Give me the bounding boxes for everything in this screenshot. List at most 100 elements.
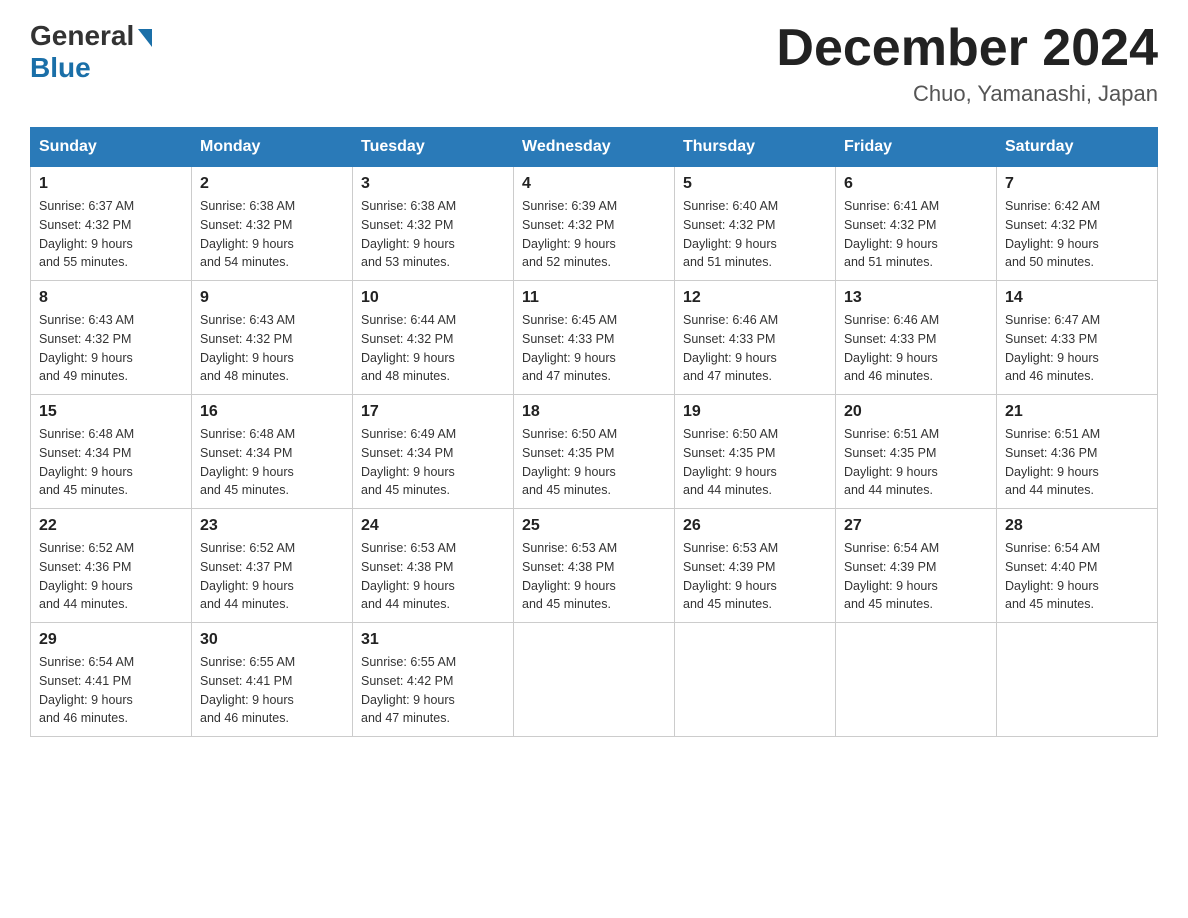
day-info: Sunrise: 6:54 AMSunset: 4:39 PMDaylight:… — [844, 539, 988, 614]
calendar-cell — [836, 623, 997, 737]
day-info: Sunrise: 6:38 AMSunset: 4:32 PMDaylight:… — [361, 197, 505, 272]
calendar-cell — [514, 623, 675, 737]
header-saturday: Saturday — [997, 128, 1158, 167]
day-info: Sunrise: 6:51 AMSunset: 4:35 PMDaylight:… — [844, 425, 988, 500]
day-info: Sunrise: 6:45 AMSunset: 4:33 PMDaylight:… — [522, 311, 666, 386]
calendar-cell: 18Sunrise: 6:50 AMSunset: 4:35 PMDayligh… — [514, 395, 675, 509]
day-number: 8 — [39, 289, 183, 307]
page-header: General Blue December 2024 Chuo, Yamanas… — [30, 20, 1158, 107]
header-tuesday: Tuesday — [353, 128, 514, 167]
day-number: 27 — [844, 517, 988, 535]
day-info: Sunrise: 6:48 AMSunset: 4:34 PMDaylight:… — [39, 425, 183, 500]
day-number: 31 — [361, 631, 505, 649]
day-number: 3 — [361, 175, 505, 193]
calendar-cell: 8 Sunrise: 6:43 AMSunset: 4:32 PMDaylight… — [31, 281, 192, 395]
day-info: Sunrise: 6:46 AMSunset: 4:33 PMDaylight:… — [844, 311, 988, 386]
calendar-header: Sunday Monday Tuesday Wednesday Thursday… — [31, 128, 1158, 167]
calendar-cell: 28 Sunrise: 6:54 AMSunset: 4:40 PMDayligh… — [997, 509, 1158, 623]
day-info: Sunrise: 6:46 AMSunset: 4:33 PMDaylight:… — [683, 311, 827, 386]
calendar-cell: 6 Sunrise: 6:41 AMSunset: 4:32 PMDaylight… — [836, 167, 997, 281]
day-number: 14 — [1005, 289, 1149, 307]
day-number: 28 — [1005, 517, 1149, 535]
calendar-week-row: 15Sunrise: 6:48 AMSunset: 4:34 PMDayligh… — [31, 395, 1158, 509]
day-number: 23 — [200, 517, 344, 535]
day-number: 2 — [200, 175, 344, 193]
calendar-cell — [997, 623, 1158, 737]
logo: General Blue — [30, 20, 152, 84]
day-number: 10 — [361, 289, 505, 307]
day-info: Sunrise: 6:44 AMSunset: 4:32 PMDaylight:… — [361, 311, 505, 386]
calendar-week-row: 29 Sunrise: 6:54 AMSunset: 4:41 PMDayligh… — [31, 623, 1158, 737]
calendar-cell: 26Sunrise: 6:53 AMSunset: 4:39 PMDayligh… — [675, 509, 836, 623]
calendar-cell: 10 Sunrise: 6:44 AMSunset: 4:32 PMDayligh… — [353, 281, 514, 395]
calendar-cell: 7Sunrise: 6:42 AMSunset: 4:32 PMDaylight… — [997, 167, 1158, 281]
day-info: Sunrise: 6:55 AMSunset: 4:41 PMDaylight:… — [200, 653, 344, 728]
calendar-cell: 22 Sunrise: 6:52 AMSunset: 4:36 PMDayligh… — [31, 509, 192, 623]
day-number: 25 — [522, 517, 666, 535]
day-info: Sunrise: 6:54 AMSunset: 4:41 PMDaylight:… — [39, 653, 183, 728]
day-number: 29 — [39, 631, 183, 649]
day-info: Sunrise: 6:41 AMSunset: 4:32 PMDaylight:… — [844, 197, 988, 272]
header-monday: Monday — [192, 128, 353, 167]
calendar-week-row: 1 Sunrise: 6:37 AMSunset: 4:32 PMDaylight… — [31, 167, 1158, 281]
logo-text: General — [30, 20, 152, 52]
calendar-cell: 11 Sunrise: 6:45 AMSunset: 4:33 PMDayligh… — [514, 281, 675, 395]
day-info: Sunrise: 6:53 AMSunset: 4:38 PMDaylight:… — [522, 539, 666, 614]
calendar-cell: 31 Sunrise: 6:55 AMSunset: 4:42 PMDayligh… — [353, 623, 514, 737]
calendar-week-row: 8 Sunrise: 6:43 AMSunset: 4:32 PMDaylight… — [31, 281, 1158, 395]
day-number: 22 — [39, 517, 183, 535]
day-number: 4 — [522, 175, 666, 193]
header-sunday: Sunday — [31, 128, 192, 167]
calendar-cell: 12Sunrise: 6:46 AMSunset: 4:33 PMDayligh… — [675, 281, 836, 395]
calendar-cell: 23Sunrise: 6:52 AMSunset: 4:37 PMDayligh… — [192, 509, 353, 623]
calendar-cell: 19Sunrise: 6:50 AMSunset: 4:35 PMDayligh… — [675, 395, 836, 509]
day-info: Sunrise: 6:43 AMSunset: 4:32 PMDaylight:… — [200, 311, 344, 386]
day-info: Sunrise: 6:43 AMSunset: 4:32 PMDaylight:… — [39, 311, 183, 386]
calendar-cell — [675, 623, 836, 737]
day-info: Sunrise: 6:52 AMSunset: 4:36 PMDaylight:… — [39, 539, 183, 614]
day-number: 5 — [683, 175, 827, 193]
day-info: Sunrise: 6:39 AMSunset: 4:32 PMDaylight:… — [522, 197, 666, 272]
day-info: Sunrise: 6:49 AMSunset: 4:34 PMDaylight:… — [361, 425, 505, 500]
calendar-body: 1 Sunrise: 6:37 AMSunset: 4:32 PMDaylight… — [31, 167, 1158, 737]
day-info: Sunrise: 6:53 AMSunset: 4:39 PMDaylight:… — [683, 539, 827, 614]
day-number: 1 — [39, 175, 183, 193]
day-number: 19 — [683, 403, 827, 421]
day-number: 7 — [1005, 175, 1149, 193]
calendar-cell: 15Sunrise: 6:48 AMSunset: 4:34 PMDayligh… — [31, 395, 192, 509]
day-number: 24 — [361, 517, 505, 535]
day-number: 30 — [200, 631, 344, 649]
day-number: 21 — [1005, 403, 1149, 421]
month-title: December 2024 — [776, 20, 1158, 77]
day-number: 9 — [200, 289, 344, 307]
day-info: Sunrise: 6:48 AMSunset: 4:34 PMDaylight:… — [200, 425, 344, 500]
day-number: 13 — [844, 289, 988, 307]
calendar-cell: 21 Sunrise: 6:51 AMSunset: 4:36 PMDayligh… — [997, 395, 1158, 509]
day-info: Sunrise: 6:38 AMSunset: 4:32 PMDaylight:… — [200, 197, 344, 272]
day-number: 17 — [361, 403, 505, 421]
calendar-week-row: 22 Sunrise: 6:52 AMSunset: 4:36 PMDayligh… — [31, 509, 1158, 623]
calendar-cell: 3 Sunrise: 6:38 AMSunset: 4:32 PMDaylight… — [353, 167, 514, 281]
day-info: Sunrise: 6:51 AMSunset: 4:36 PMDaylight:… — [1005, 425, 1149, 500]
day-number: 11 — [522, 289, 666, 307]
calendar-cell: 20 Sunrise: 6:51 AMSunset: 4:35 PMDayligh… — [836, 395, 997, 509]
header-wednesday: Wednesday — [514, 128, 675, 167]
day-info: Sunrise: 6:37 AMSunset: 4:32 PMDaylight:… — [39, 197, 183, 272]
calendar-table: Sunday Monday Tuesday Wednesday Thursday… — [30, 127, 1158, 737]
calendar-cell: 25 Sunrise: 6:53 AMSunset: 4:38 PMDayligh… — [514, 509, 675, 623]
calendar-cell: 4 Sunrise: 6:39 AMSunset: 4:32 PMDaylight… — [514, 167, 675, 281]
day-number: 6 — [844, 175, 988, 193]
calendar-cell: 9 Sunrise: 6:43 AMSunset: 4:32 PMDaylight… — [192, 281, 353, 395]
header-friday: Friday — [836, 128, 997, 167]
day-info: Sunrise: 6:55 AMSunset: 4:42 PMDaylight:… — [361, 653, 505, 728]
calendar-cell: 29 Sunrise: 6:54 AMSunset: 4:41 PMDayligh… — [31, 623, 192, 737]
day-info: Sunrise: 6:40 AMSunset: 4:32 PMDaylight:… — [683, 197, 827, 272]
day-info: Sunrise: 6:54 AMSunset: 4:40 PMDaylight:… — [1005, 539, 1149, 614]
day-info: Sunrise: 6:47 AMSunset: 4:33 PMDaylight:… — [1005, 311, 1149, 386]
logo-arrow-icon — [138, 29, 152, 47]
day-number: 20 — [844, 403, 988, 421]
calendar-cell: 24 Sunrise: 6:53 AMSunset: 4:38 PMDayligh… — [353, 509, 514, 623]
calendar-cell: 27 Sunrise: 6:54 AMSunset: 4:39 PMDayligh… — [836, 509, 997, 623]
day-info: Sunrise: 6:53 AMSunset: 4:38 PMDaylight:… — [361, 539, 505, 614]
calendar-cell: 5 Sunrise: 6:40 AMSunset: 4:32 PMDaylight… — [675, 167, 836, 281]
